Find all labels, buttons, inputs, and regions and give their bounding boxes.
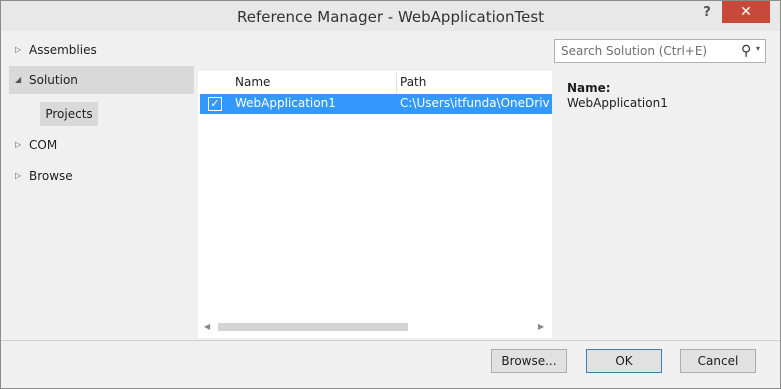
column-divider[interactable]: [396, 73, 397, 93]
nav-item-solution[interactable]: ◢ Solution: [15, 69, 78, 91]
browse-button[interactable]: Browse...: [491, 349, 567, 373]
horizontal-scrollbar[interactable]: ◀ ▶: [200, 320, 550, 334]
footer-divider: [1, 340, 780, 341]
title-bar: Reference Manager - WebApplicationTest ?…: [1, 1, 780, 31]
column-header-path[interactable]: Path: [400, 75, 426, 89]
row-name: WebApplication1: [235, 96, 336, 110]
search-placeholder: Search Solution (Ctrl+E): [561, 44, 708, 58]
nav-item-assemblies[interactable]: ▷ Assemblies: [15, 39, 97, 61]
detail-name-value: WebApplication1: [567, 96, 668, 110]
expand-icon: ▷: [15, 45, 22, 54]
project-list: Name Path ✓ WebApplication1 C:\Users\itf…: [198, 71, 552, 338]
category-nav: ▷ Assemblies ◢ Solution Projects ▷ COM ▷ Bro…: [9, 34, 194, 339]
nav-item-browse[interactable]: ▷ Browse: [15, 165, 73, 187]
row-path: C:\Users\itfunda\OneDriv: [400, 96, 550, 110]
column-header-name[interactable]: Name: [235, 75, 270, 89]
nav-item-projects[interactable]: Projects: [40, 102, 98, 126]
search-input[interactable]: Search Solution (Ctrl+E) ⚲ ▾: [554, 39, 766, 63]
table-row[interactable]: ✓ WebApplication1 C:\Users\itfunda\OneDr…: [200, 94, 552, 114]
window-title: Reference Manager - WebApplicationTest: [236, 8, 545, 26]
scroll-right-icon[interactable]: ▶: [538, 322, 544, 331]
scrollbar-thumb[interactable]: [218, 323, 408, 331]
close-button[interactable]: ✕: [722, 1, 770, 23]
ok-button[interactable]: OK: [586, 349, 662, 373]
nav-item-com[interactable]: ▷ COM: [15, 134, 57, 156]
scroll-left-icon[interactable]: ◀: [204, 322, 210, 331]
cancel-button[interactable]: Cancel: [680, 349, 756, 373]
reference-manager-dialog: Reference Manager - WebApplicationTest ?…: [0, 0, 781, 389]
chevron-down-icon[interactable]: ▾: [756, 44, 760, 53]
collapse-icon: ◢: [15, 75, 22, 84]
help-button[interactable]: ?: [697, 4, 717, 24]
expand-icon: ▷: [15, 171, 22, 180]
row-checkbox[interactable]: ✓: [208, 97, 222, 111]
detail-name-label: Name:: [567, 81, 611, 95]
expand-icon: ▷: [15, 140, 22, 149]
